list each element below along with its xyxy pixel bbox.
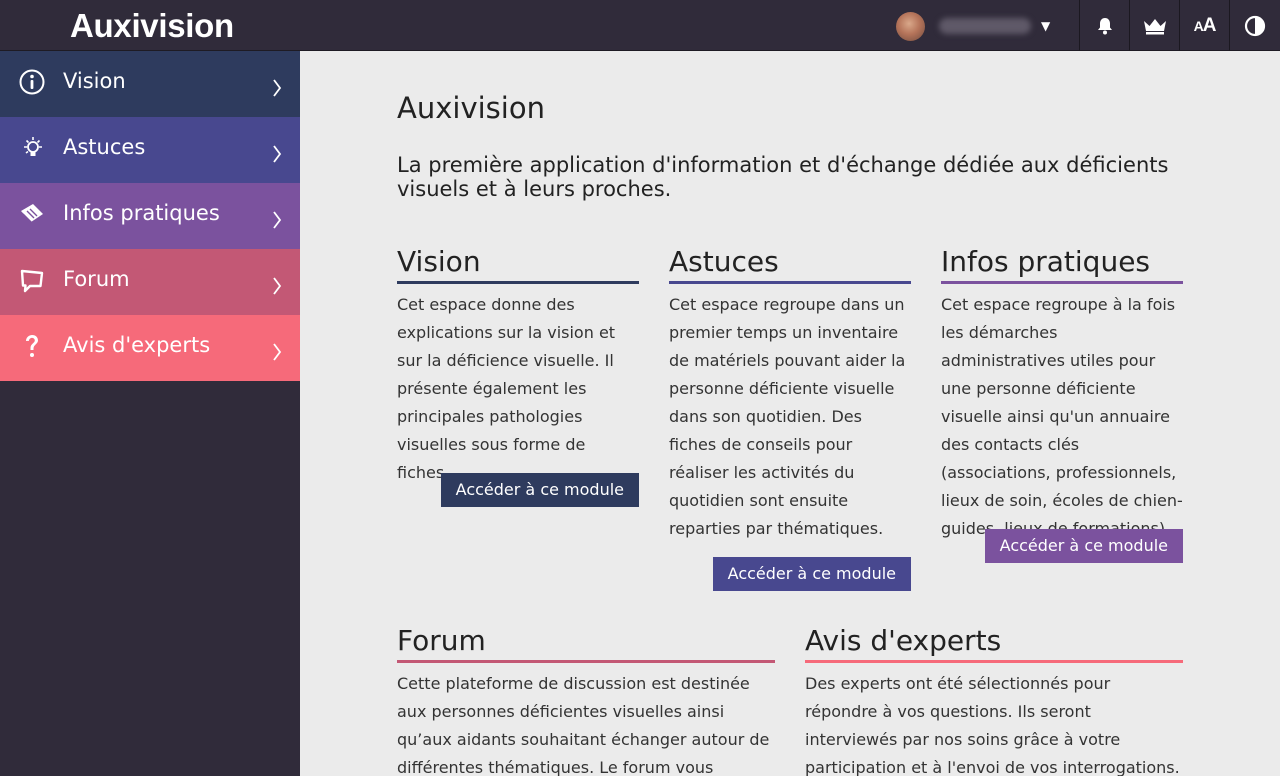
sidebar-item-label: Infos pratiques <box>63 201 220 225</box>
access-module-button[interactable]: Accéder à ce module <box>440 473 639 507</box>
sidebar-item-avis-experts[interactable]: Avis d'experts <box>0 315 300 381</box>
contrast-button[interactable] <box>1229 0 1280 51</box>
lightbulb-icon <box>18 134 46 162</box>
sidebar-item-forum[interactable]: Forum <box>0 249 300 315</box>
book-icon <box>18 200 46 228</box>
module-card-astuces: Astuces Cet espace regroupe dans un prem… <box>669 245 911 591</box>
chevron-right-icon <box>272 145 282 163</box>
card-text: Cette plateforme de discussion est desti… <box>397 674 770 776</box>
caret-down-icon[interactable]: ▼ <box>1041 19 1050 33</box>
app-logo[interactable]: Auxivision <box>70 7 234 45</box>
sidebar-item-astuces[interactable]: Astuces <box>0 117 300 183</box>
card-title: Avis d'experts <box>805 624 1183 663</box>
sidebar-item-label: Vision <box>63 69 126 93</box>
card-title: Forum <box>397 624 775 663</box>
user-menu[interactable]: ▼ <box>896 11 1050 41</box>
chat-icon <box>18 266 46 294</box>
card-title: Vision <box>397 245 639 284</box>
sidebar-nav: Vision Astuces Infos pratiques Forum Avi… <box>0 51 300 776</box>
sidebar-item-label: Forum <box>63 267 130 291</box>
module-card-vision: Vision Cet espace donne des explications… <box>397 245 639 507</box>
card-text: Cet espace regroupe dans un premier temp… <box>669 295 906 538</box>
font-size-button[interactable]: AA <box>1179 0 1229 51</box>
chevron-right-icon <box>272 79 282 97</box>
sidebar-item-label: Astuces <box>63 135 146 159</box>
crown-icon <box>1142 17 1168 35</box>
avatar[interactable] <box>896 11 925 41</box>
premium-button[interactable] <box>1129 0 1179 51</box>
info-icon <box>18 68 46 96</box>
bell-icon <box>1095 16 1115 36</box>
module-card-infos-pratiques: Infos pratiques Cet espace regroupe à la… <box>941 245 1183 563</box>
access-module-button[interactable]: Accéder à ce module <box>984 529 1183 563</box>
access-module-button[interactable]: Accéder à ce module <box>712 557 911 591</box>
contrast-icon <box>1244 15 1266 37</box>
question-icon <box>18 332 46 360</box>
sidebar-item-label: Avis d'experts <box>63 333 211 357</box>
card-text: Cet espace donne des explications sur la… <box>397 295 616 482</box>
top-bar: Auxivision ▼ AA <box>0 0 1280 51</box>
card-title: Astuces <box>669 245 911 284</box>
main-content: Auxivision La première application d'inf… <box>300 51 1280 776</box>
chevron-right-icon <box>272 343 282 361</box>
chevron-right-icon <box>272 211 282 229</box>
font-size-icon: AA <box>1193 14 1217 36</box>
intro-text: La première application d'information et… <box>397 153 1169 201</box>
card-title: Infos pratiques <box>941 245 1183 284</box>
chevron-right-icon <box>272 277 282 295</box>
card-text: Cet espace regroupe à la fois les démarc… <box>941 295 1183 538</box>
user-name-blurred[interactable] <box>939 18 1031 34</box>
sidebar-item-infos-pratiques[interactable]: Infos pratiques <box>0 183 300 249</box>
card-text: Des experts ont été sélectionnés pour ré… <box>805 674 1180 776</box>
sidebar-item-vision[interactable]: Vision <box>0 51 300 117</box>
notifications-button[interactable] <box>1079 0 1129 51</box>
page-title: Auxivision <box>397 91 545 125</box>
module-card-avis-experts: Avis d'experts Des experts ont été sélec… <box>805 624 1183 776</box>
module-card-forum: Forum Cette plateforme de discussion est… <box>397 624 775 776</box>
